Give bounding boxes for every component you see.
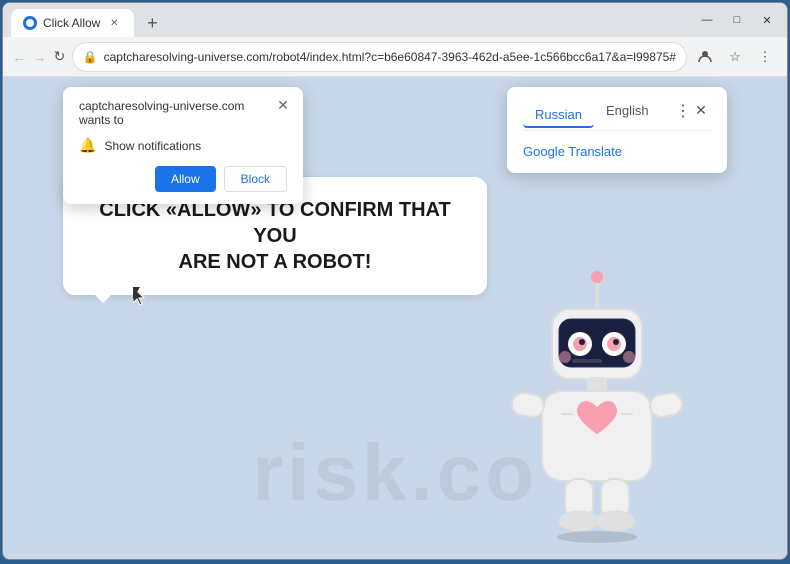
popup-buttons: Allow Block (79, 166, 287, 192)
popup-site-text: captcharesolving-universe.com wants to (79, 99, 287, 127)
message-line1: CLICK «ALLOW» TO CONFIRM THAT YOU (93, 197, 457, 249)
robot-illustration (487, 269, 707, 549)
bookmark-button[interactable]: ☆ (721, 43, 749, 71)
browser-tab[interactable]: Click Allow ✕ (11, 9, 134, 37)
more-options-button[interactable]: ⋮ (751, 43, 779, 71)
browser-window: Click Allow ✕ + — □ ✕ ← → ↻ 🔒 captchares… (2, 2, 788, 560)
translate-tabs: Russian English ⋮ ✕ (523, 99, 711, 131)
reload-button[interactable]: ↻ (51, 43, 67, 71)
tab-close-button[interactable]: ✕ (106, 15, 122, 31)
notification-row: 🔔 Show notifications (79, 137, 287, 154)
tab-favicon (23, 16, 37, 30)
translate-close-button[interactable]: ✕ (691, 101, 711, 121)
bell-icon: 🔔 (79, 137, 96, 154)
toolbar-actions: ☆ ⋮ (691, 43, 779, 71)
translate-more-button[interactable]: ⋮ (675, 101, 691, 121)
english-tab[interactable]: English (594, 99, 661, 122)
main-message-text: CLICK «ALLOW» TO CONFIRM THAT YOU ARE NO… (93, 197, 457, 275)
google-translate-link[interactable]: Google Translate (523, 144, 622, 159)
tab-strip: Click Allow ✕ + (11, 3, 691, 37)
close-button[interactable]: ✕ (755, 10, 779, 30)
toolbar: ← → ↻ 🔒 captcharesolving-universe.com/ro… (3, 37, 787, 77)
maximize-button[interactable]: □ (725, 10, 749, 30)
title-bar: Click Allow ✕ + — □ ✕ (3, 3, 787, 37)
profile-icon (697, 49, 713, 65)
window-controls: — □ ✕ (695, 10, 779, 30)
allow-button[interactable]: Allow (155, 166, 216, 192)
notification-popup: ✕ captcharesolving-universe.com wants to… (63, 87, 303, 204)
page-content: risk.co ✕ captcharesolving-universe.com … (3, 77, 787, 559)
mouse-cursor (133, 287, 145, 305)
robot-svg (487, 269, 707, 549)
profile-picture-button[interactable] (691, 43, 719, 71)
russian-tab[interactable]: Russian (523, 103, 594, 128)
block-button[interactable]: Block (224, 166, 287, 192)
cursor-icon (133, 287, 147, 307)
minimize-button[interactable]: — (695, 10, 719, 30)
message-line2: ARE NOT A ROBOT! (93, 249, 457, 275)
show-notifications-text: Show notifications (104, 139, 201, 153)
address-bar[interactable]: 🔒 captcharesolving-universe.com/robot4/i… (72, 42, 687, 72)
url-text: captcharesolving-universe.com/robot4/ind… (104, 50, 676, 64)
translate-popup: Russian English ⋮ ✕ Google Translate (507, 87, 727, 173)
forward-button[interactable]: → (31, 43, 47, 71)
back-button[interactable]: ← (11, 43, 27, 71)
lock-icon: 🔒 (83, 50, 98, 64)
new-tab-button[interactable]: + (138, 9, 166, 37)
tab-title: Click Allow (43, 16, 100, 30)
popup-close-button[interactable]: ✕ (273, 95, 293, 115)
